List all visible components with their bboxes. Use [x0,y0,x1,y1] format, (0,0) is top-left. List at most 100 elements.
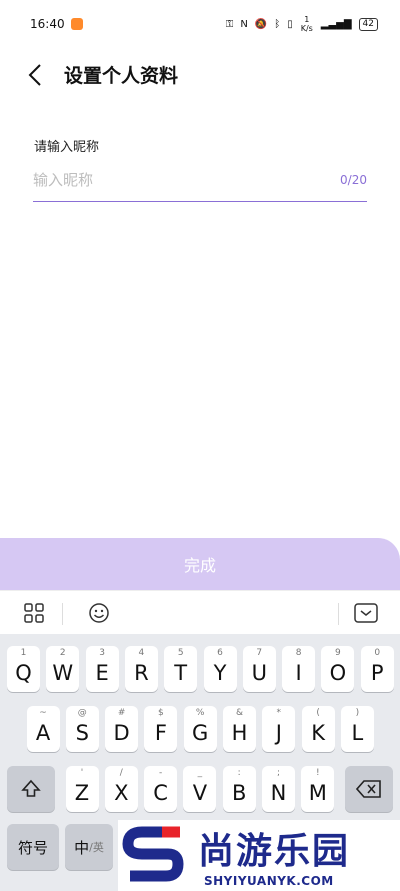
key-label: X [114,781,129,805]
key-label: R [134,661,149,685]
backspace-key[interactable] [345,766,393,812]
clock: 16:40 [30,17,65,31]
key-i[interactable]: 8I [282,646,316,692]
key-label: G [192,721,209,745]
key-secondary-label: # [117,708,126,718]
lang-main-label: 中 [74,838,90,857]
symbols-key-label: 符号 [17,838,48,857]
key-secondary-label: _ [197,768,203,778]
silent-icon: 🔕 [254,18,268,30]
key-a[interactable]: ~ A [26,706,60,752]
key-f[interactable]: $ F [144,706,178,752]
key-label: U [251,661,267,685]
key-w[interactable]: 2W [46,646,80,692]
bluetooth-icon: ᛒ [274,18,281,30]
key-label: Z [74,781,90,805]
signal-icon: ▂▃▅▇ [320,18,352,30]
toolbar-divider [62,603,63,625]
key-secondary-label: 2 [59,648,66,658]
key-label: A [35,721,51,745]
key-secondary-label: 9 [335,648,341,658]
key-secondary-label: : [237,768,241,778]
key-secondary-label: 1 [20,648,27,658]
key-p[interactable]: 0P [360,646,394,692]
key-m[interactable]: ! M [301,766,335,812]
language-switch-key[interactable]: 中/英 [65,824,113,870]
watermark-text: 尚游乐园 [198,831,351,872]
key-label: H [231,721,248,745]
key-secondary-label: ! [315,768,320,778]
key-b[interactable]: :B [222,766,256,812]
key-secondary-label: ; [276,768,281,778]
key-label: I [295,661,302,685]
key-c[interactable]: -C [144,766,178,812]
nfc-icon: N [240,18,248,30]
key-l[interactable]: ) L [340,706,374,752]
back-button[interactable] [20,60,50,90]
watermark-logo: 尚游乐园 SHYIYUANYK.COM [118,820,400,891]
chevron-left-icon [28,64,41,86]
key-e[interactable]: 3E [85,646,119,692]
backspace-icon [356,780,381,798]
key-x[interactable]: / X [104,766,138,812]
watermark-s-icon [122,826,184,882]
key-u[interactable]: 7U [242,646,276,692]
watermark-url: SHYIYUANYK.COM [204,874,334,888]
key-v[interactable]: _ V [183,766,217,812]
key-y[interactable]: 6Y [203,646,237,692]
battery-icon: 42 [358,17,378,31]
key-secondary-label: - [158,768,163,778]
key-label: S [75,721,89,745]
key-label: K [311,721,325,745]
shift-icon [21,779,41,797]
shift-key[interactable] [7,766,55,812]
char-counter: 0/20 [340,173,367,187]
header: 设置个人资料 [0,50,400,98]
emoji-icon[interactable] [85,599,113,627]
key-o[interactable]: 9O [321,646,355,692]
key-label: B [231,781,247,805]
key-secondary-label: & [235,708,244,718]
key-label: M [308,781,327,805]
key-g[interactable]: % G [183,706,217,752]
key-label: Y [213,661,227,685]
key-secondary-label: % [195,708,205,718]
key-d[interactable]: # D [105,706,139,752]
key-secondary-label: 5 [177,648,184,658]
key-t[interactable]: 5T [164,646,198,692]
hide-keyboard-icon[interactable] [352,599,380,627]
key-n[interactable]: ; N [262,766,295,812]
key-label: N [270,781,287,805]
key-label: T [174,661,188,685]
key-label: W [52,661,74,685]
symbols-key[interactable]: 符号 [7,824,59,870]
key-icon: ⚿ [225,18,234,30]
nickname-field: 0/20 [33,164,367,202]
key-secondary-label: 8 [295,648,302,658]
key-k[interactable]: (K [301,706,335,752]
vibrate-icon: ▯ [287,18,293,30]
key-label: L [351,721,364,745]
key-label: E [95,661,109,685]
key-secondary-label: / [119,768,123,778]
done-button[interactable]: 完成 [0,538,400,590]
key-secondary-label: 0 [374,648,381,658]
key-secondary-label: $ [158,708,164,718]
key-secondary-label: ) [355,708,360,718]
toolbar-divider [338,603,339,625]
nickname-input[interactable] [33,164,303,196]
key-label: V [192,781,208,805]
page-title: 设置个人资料 [64,65,179,87]
key-secondary-label: * [276,708,282,718]
done-button-label: 完成 [183,556,216,575]
key-q[interactable]: 1Q [7,646,40,692]
key-r[interactable]: 4R [124,646,158,692]
key-z[interactable]: ' Z [65,766,99,812]
key-secondary-label: 6 [217,648,223,658]
key-s[interactable]: @ S [65,706,99,752]
grid-menu-icon[interactable] [20,599,48,627]
key-secondary-label: ~ [39,708,47,718]
key-h[interactable]: & H [223,706,256,752]
key-j[interactable]: * J [262,706,296,752]
app-notification-icon [70,18,83,30]
